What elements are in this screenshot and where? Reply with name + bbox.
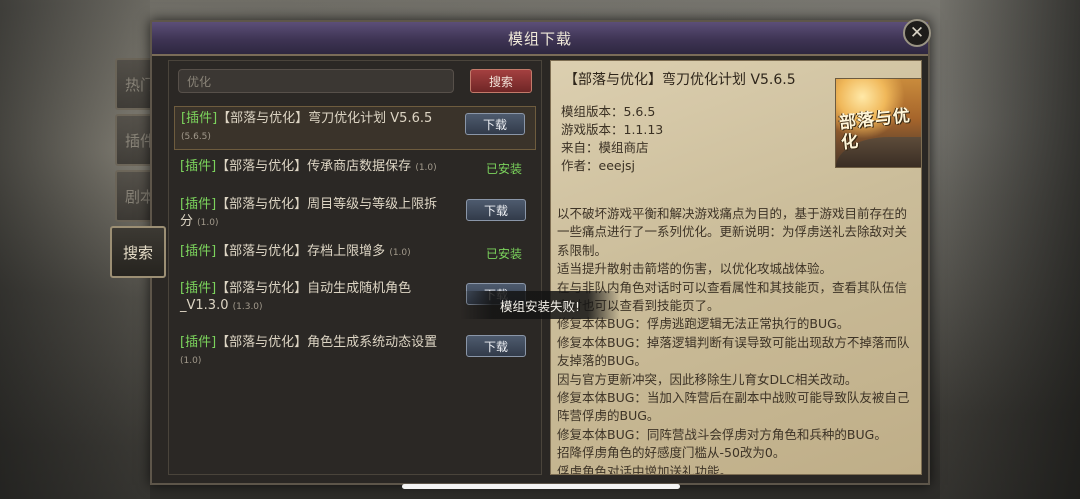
mod-name: 【部落与优化】角色生成系统动态设置 bbox=[216, 335, 438, 350]
meta-source: 来自：模组商店 bbox=[561, 140, 649, 155]
detail-meta: 模组版本：5.6.5 游戏版本：1.1.13 来自：模组商店 作者：eeejsj bbox=[561, 103, 663, 175]
installed-status: 已安装 bbox=[485, 247, 522, 261]
mod-name: 【部落与优化】存档上限增多 bbox=[216, 244, 386, 259]
download-button-label: 下载 bbox=[483, 203, 508, 218]
meta-author: 作者：eeejsj bbox=[561, 158, 636, 173]
mod-tag: [插件] bbox=[180, 335, 217, 350]
mod-item-text: [插件]【部落与优化】传承商店数据保存 (1.0) bbox=[180, 158, 448, 177]
description-line: 修复本体BUG：同阵营战斗会俘虏对方角色和兵种的BUG。 bbox=[557, 426, 887, 442]
mod-version: (1.0) bbox=[180, 356, 202, 366]
mod-version: (1.0) bbox=[415, 163, 437, 173]
mod-download-window: 模组下载 搜索 [插件]【部落与优化】弯刀优化计划 V5.6.5 (5.6.5)… bbox=[150, 20, 930, 485]
mod-item-text: [插件]【部落与优化】自动生成随机角色_V1.3.0 (1.3.0) bbox=[180, 280, 448, 316]
download-button[interactable]: 下载 bbox=[466, 199, 526, 221]
mod-version: (1.0) bbox=[389, 248, 411, 258]
mod-item-text: [插件]【部落与优化】角色生成系统动态设置 (1.0) bbox=[180, 334, 448, 370]
search-button-label: 搜索 bbox=[488, 74, 513, 89]
search-button[interactable]: 搜索 bbox=[470, 69, 532, 93]
download-button[interactable]: 下载 bbox=[465, 113, 525, 135]
mod-detail-panel: 【部落与优化】弯刀优化计划 V5.6.5 模组版本：5.6.5 游戏版本：1.1… bbox=[550, 60, 922, 475]
mod-name: 【部落与优化】传承商店数据保存 bbox=[216, 159, 412, 174]
install-failed-toast: 模组安装失败! bbox=[460, 291, 620, 319]
description-line: 修复本体BUG：当加入阵营后在副本中战败可能导致队友被自己阵营俘虏的BUG。 bbox=[557, 390, 910, 424]
mod-list-item[interactable]: [插件]【部落与优化】存档上限增多 (1.0) 已安装 bbox=[174, 240, 536, 265]
mod-tag: [插件] bbox=[180, 159, 217, 174]
mod-name: 【部落与优化】周目等级与等级上限拆分 bbox=[180, 197, 438, 229]
mod-item-text: [插件]【部落与优化】周目等级与等级上限拆分 (1.0) bbox=[180, 196, 448, 232]
description-line: 修复本体BUG：掉落逻辑判断有误导致可能出现敌方不掉落而队友掉落的BUG。 bbox=[557, 334, 910, 369]
mod-version: (1.3.0) bbox=[232, 302, 263, 312]
close-button[interactable]: ✕ bbox=[903, 19, 931, 47]
mod-list-item[interactable]: [插件]【部落与优化】传承商店数据保存 (1.0) 已安装 bbox=[174, 155, 536, 180]
installed-status: 已安装 bbox=[485, 162, 522, 176]
mod-item-text: [插件]【部落与优化】弯刀优化计划 V5.6.5 (5.6.5) bbox=[181, 110, 449, 146]
description-line: 适当提升散射击箭塔的伤害，以优化攻城战体验。 bbox=[557, 261, 833, 277]
mod-item-text: [插件]【部落与优化】存档上限增多 (1.0) bbox=[180, 243, 448, 262]
tab-search[interactable]: 搜索 bbox=[110, 226, 166, 278]
mod-tag: [插件] bbox=[180, 244, 217, 259]
mod-list-panel: 搜索 [插件]【部落与优化】弯刀优化计划 V5.6.5 (5.6.5) 下载 [… bbox=[168, 60, 542, 475]
mod-description: 以不破坏游戏平衡和解决游戏痛点为目的，基于游戏目前存在的一些痛点进行了一系列优化… bbox=[557, 205, 917, 475]
toast-message: 模组安装失败! bbox=[499, 298, 580, 314]
mod-list-item[interactable]: [插件]【部落与优化】弯刀优化计划 V5.6.5 (5.6.5) 下载 bbox=[174, 106, 536, 150]
mod-version: (1.0) bbox=[197, 218, 219, 228]
close-icon: ✕ bbox=[909, 22, 925, 43]
description-line: 俘虏角色对话中增加送礼功能。 bbox=[557, 463, 733, 475]
mod-thumbnail: 部落与优化 bbox=[835, 78, 921, 168]
mod-tag: [插件] bbox=[180, 197, 217, 212]
home-indicator[interactable] bbox=[402, 484, 680, 489]
tab-search-label: 搜索 bbox=[122, 243, 153, 262]
description-line: 以不破坏游戏平衡和解决游戏痛点为目的，基于游戏目前存在的一些痛点进行了一系列优化… bbox=[557, 206, 908, 258]
meta-game-version: 游戏版本：1.1.13 bbox=[561, 122, 664, 137]
download-button-label: 下载 bbox=[482, 117, 507, 132]
detail-title: 【部落与优化】弯刀优化计划 V5.6.5 bbox=[564, 72, 796, 88]
mod-list-item[interactable]: [插件]【部落与优化】周目等级与等级上限拆分 (1.0) 下载 bbox=[174, 193, 536, 235]
mod-name: 【部落与优化】弯刀优化计划 V5.6.5 bbox=[217, 111, 433, 126]
thumbnail-text: 部落与优化 bbox=[838, 105, 912, 154]
download-button[interactable]: 下载 bbox=[466, 335, 526, 357]
search-input[interactable] bbox=[178, 69, 454, 93]
window-title-bar: 模组下载 bbox=[152, 22, 928, 56]
meta-mod-version: 模组版本：5.6.5 bbox=[561, 104, 656, 119]
background-right-scenery bbox=[940, 0, 1080, 499]
mod-list-item[interactable]: [插件]【部落与优化】角色生成系统动态设置 (1.0) 下载 bbox=[174, 331, 536, 373]
description-line: 因与官方更新冲突，因此移除生儿育女DLC相关改动。 bbox=[557, 371, 858, 387]
download-button-label: 下载 bbox=[483, 339, 508, 354]
mod-version: (5.6.5) bbox=[181, 132, 211, 142]
mod-tag: [插件] bbox=[181, 111, 218, 126]
mod-tag: [插件] bbox=[180, 281, 217, 296]
description-line: 招降俘虏角色的好感度门槛从-50改为0。 bbox=[557, 445, 786, 461]
window-title: 模组下载 bbox=[507, 29, 572, 48]
